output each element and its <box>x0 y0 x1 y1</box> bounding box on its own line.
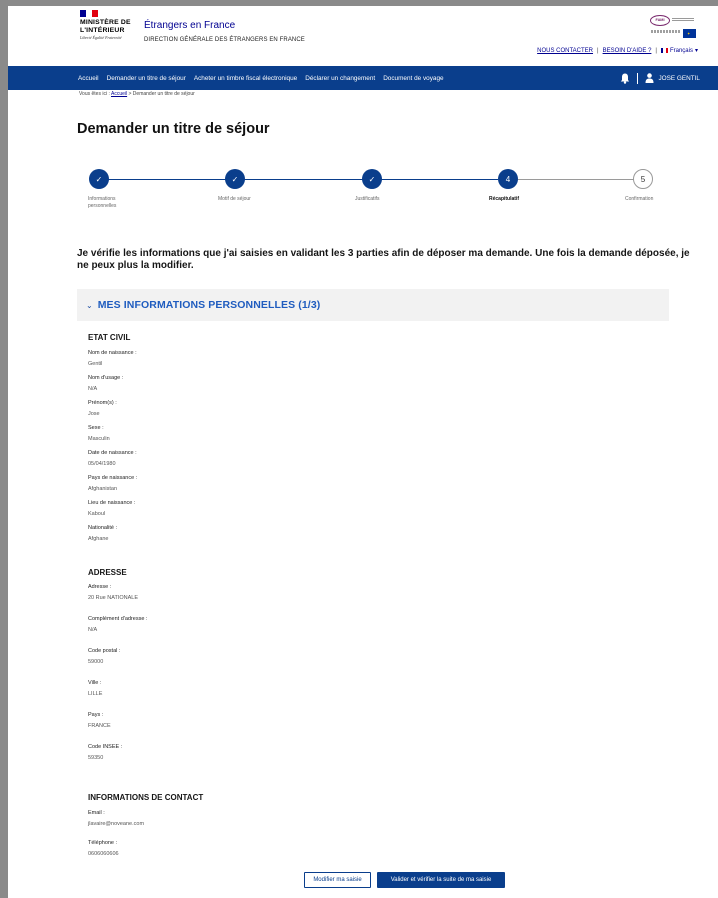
field-value: N/A <box>88 386 98 392</box>
step-2-circle: ✓ <box>225 169 245 189</box>
stepper-line-done <box>99 179 498 180</box>
step-4-label: Récapitulatif <box>489 196 520 202</box>
field-value: Afghane <box>88 536 109 542</box>
step-5-label: Confirmation <box>625 196 654 202</box>
field-label: Prénom(s) : <box>88 400 117 406</box>
field-value: Afghanistan <box>88 486 118 492</box>
section-title: MES INFORMATIONS PERSONNELLES (1/3) <box>97 299 321 311</box>
check-icon: ✓ <box>368 174 376 184</box>
field-label: Nom de naissance : <box>88 350 137 356</box>
field-label: Nom d'usage : <box>88 375 124 381</box>
field-label: Date de naissance : <box>88 450 137 456</box>
section-header-personal-info[interactable]: ⌄ MES INFORMATIONS PERSONNELLES (1/3) <box>77 289 669 321</box>
field-label: Ville : <box>88 680 102 686</box>
step-5-circle: 5 <box>633 169 653 189</box>
field-label: Téléphone : <box>88 840 118 846</box>
field-value: Kaboul <box>88 511 106 517</box>
adresse-heading: ADRESSE <box>88 568 127 577</box>
field-value: Jose <box>88 411 100 417</box>
field-label: Pays : <box>88 712 104 718</box>
field-value: N/A <box>88 627 98 633</box>
step-3-label: Justificatifs <box>355 196 380 202</box>
chevron-down-icon: ⌄ <box>86 300 93 310</box>
check-icon: ✓ <box>231 174 239 184</box>
progress-stepper: ✓ ✓ ✓ 4 5 Informations personnelles Moti… <box>8 6 718 246</box>
intro-text: Je vérifie les informations que j'ai sai… <box>77 248 690 271</box>
field-value: Gentil <box>88 361 103 367</box>
check-icon: ✓ <box>95 174 103 184</box>
step-1-circle: ✓ <box>89 169 109 189</box>
field-label: Complément d'adresse : <box>88 616 148 622</box>
field-value: 59000 <box>88 659 104 665</box>
step-1-label: Informations personnelles <box>88 196 117 209</box>
step-2-label: Motif de séjour <box>218 196 251 202</box>
field-value: 59350 <box>88 755 104 761</box>
step-4-circle: 4 <box>498 169 518 189</box>
field-label: Code postal : <box>88 648 121 654</box>
field-value: 0606060606 <box>88 851 119 857</box>
contact-heading: INFORMATIONS DE CONTACT <box>88 793 204 802</box>
field-label: Sexe : <box>88 425 104 431</box>
field-label: Code INSEE : <box>88 744 123 750</box>
field-label: Nationalité : <box>88 525 118 531</box>
modify-button[interactable]: Modifier ma saisie <box>304 872 371 888</box>
page-frame: MINISTÈRE DE L'INTÉRIEUR Liberté Égalité… <box>8 6 718 898</box>
field-value: 20 Rue NATIONALE <box>88 595 139 601</box>
field-label: Email : <box>88 810 105 816</box>
stepper-line-todo <box>508 179 644 180</box>
field-value: Masculin <box>88 436 110 442</box>
field-label: Pays de naissance : <box>88 475 138 481</box>
field-value: jlavaire@noveane.com <box>88 821 145 827</box>
field-value: LILLE <box>88 691 103 697</box>
field-label: Adresse : <box>88 584 112 590</box>
step-3-circle: ✓ <box>362 169 382 189</box>
validate-button[interactable]: Valider et vérifier la suite de ma saisi… <box>377 872 505 888</box>
field-value: FRANCE <box>88 723 111 729</box>
field-label: Lieu de naissance : <box>88 500 136 506</box>
field-value: 05/04/1980 <box>88 461 116 467</box>
etat-civil-heading: ETAT CIVIL <box>88 333 131 342</box>
